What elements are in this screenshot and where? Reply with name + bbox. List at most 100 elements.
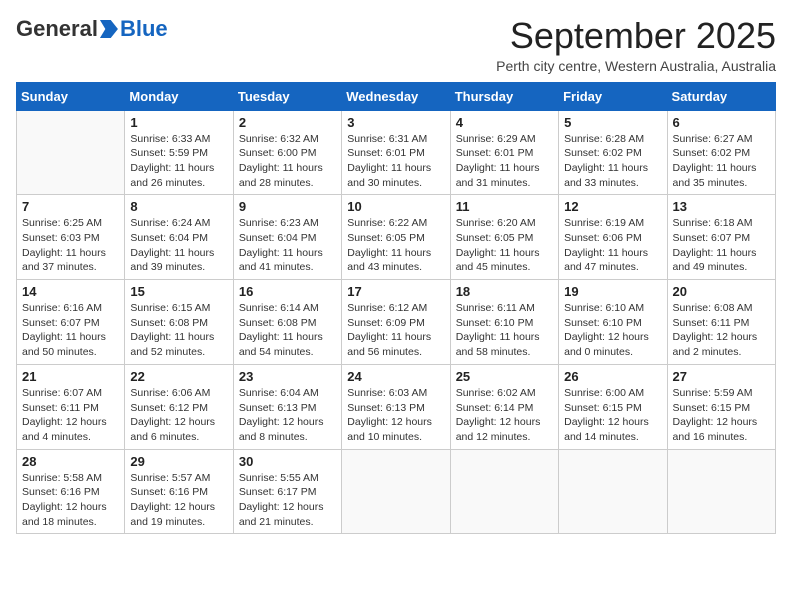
calendar-week-row: 28 Sunrise: 5:58 AM Sunset: 6:16 PM Dayli… bbox=[17, 449, 776, 534]
day-info: Sunrise: 6:24 AM Sunset: 6:04 PM Dayligh… bbox=[130, 216, 227, 275]
day-number: 12 bbox=[564, 199, 661, 214]
calendar-header-sunday: Sunday bbox=[17, 82, 125, 110]
day-info: Sunrise: 6:23 AM Sunset: 6:04 PM Dayligh… bbox=[239, 216, 336, 275]
day-info: Sunrise: 6:14 AM Sunset: 6:08 PM Dayligh… bbox=[239, 301, 336, 360]
calendar-table: SundayMondayTuesdayWednesdayThursdayFrid… bbox=[16, 82, 776, 535]
day-info: Sunrise: 6:22 AM Sunset: 6:05 PM Dayligh… bbox=[347, 216, 444, 275]
day-number: 29 bbox=[130, 454, 227, 469]
calendar-cell: 19 Sunrise: 6:10 AM Sunset: 6:10 PM Dayli… bbox=[559, 280, 667, 365]
day-number: 4 bbox=[456, 115, 553, 130]
calendar-cell: 23Sunrise: 6:04 AM Sunset: 6:13 PM Dayli… bbox=[233, 364, 341, 449]
calendar-cell: 20 Sunrise: 6:08 AM Sunset: 6:11 PM Dayli… bbox=[667, 280, 775, 365]
calendar-cell: 25 Sunrise: 6:02 AM Sunset: 6:14 PM Dayli… bbox=[450, 364, 558, 449]
day-number: 7 bbox=[22, 199, 119, 214]
calendar-cell: 8 Sunrise: 6:24 AM Sunset: 6:04 PM Daylig… bbox=[125, 195, 233, 280]
day-number: 18 bbox=[456, 284, 553, 299]
calendar-header-friday: Friday bbox=[559, 82, 667, 110]
day-info: Sunrise: 6:27 AM Sunset: 6:02 PM Dayligh… bbox=[673, 132, 770, 191]
day-info: Sunrise: 6:15 AM Sunset: 6:08 PM Dayligh… bbox=[130, 301, 227, 360]
day-info: Sunrise: 6:25 AM Sunset: 6:03 PM Dayligh… bbox=[22, 216, 119, 275]
calendar-cell: 12 Sunrise: 6:19 AM Sunset: 6:06 PM Dayli… bbox=[559, 195, 667, 280]
calendar-header-saturday: Saturday bbox=[667, 82, 775, 110]
day-info: Sunrise: 6:19 AM Sunset: 6:06 PM Dayligh… bbox=[564, 216, 661, 275]
day-info: Sunrise: 5:58 AM Sunset: 6:16 PM Dayligh… bbox=[22, 471, 119, 530]
day-info: Sunrise: 5:55 AM Sunset: 6:17 PM Dayligh… bbox=[239, 471, 336, 530]
logo-icon bbox=[100, 20, 118, 38]
calendar-cell: 30 Sunrise: 5:55 AM Sunset: 6:17 PM Dayli… bbox=[233, 449, 341, 534]
day-number: 5 bbox=[564, 115, 661, 130]
day-info: Sunrise: 6:12 AM Sunset: 6:09 PM Dayligh… bbox=[347, 301, 444, 360]
day-info: Sunrise: 6:16 AM Sunset: 6:07 PM Dayligh… bbox=[22, 301, 119, 360]
calendar-cell: 4 Sunrise: 6:29 AM Sunset: 6:01 PM Daylig… bbox=[450, 110, 558, 195]
day-info: Sunrise: 6:31 AM Sunset: 6:01 PM Dayligh… bbox=[347, 132, 444, 191]
calendar-cell: 11 Sunrise: 6:20 AM Sunset: 6:05 PM Dayli… bbox=[450, 195, 558, 280]
calendar-week-row: 14 Sunrise: 6:16 AM Sunset: 6:07 PM Dayli… bbox=[17, 280, 776, 365]
day-info: Sunrise: 6:11 AM Sunset: 6:10 PM Dayligh… bbox=[456, 301, 553, 360]
calendar-header-row: SundayMondayTuesdayWednesdayThursdayFrid… bbox=[17, 82, 776, 110]
day-number: 28 bbox=[22, 454, 119, 469]
calendar-cell: 16Sunrise: 6:14 AM Sunset: 6:08 PM Dayli… bbox=[233, 280, 341, 365]
day-info: Sunrise: 6:03 AM Sunset: 6:13 PM Dayligh… bbox=[347, 386, 444, 445]
day-number: 27 bbox=[673, 369, 770, 384]
calendar-cell: 24 Sunrise: 6:03 AM Sunset: 6:13 PM Dayli… bbox=[342, 364, 450, 449]
day-info: Sunrise: 6:07 AM Sunset: 6:11 PM Dayligh… bbox=[22, 386, 119, 445]
calendar-cell bbox=[342, 449, 450, 534]
logo: General Blue bbox=[16, 16, 168, 42]
calendar-cell bbox=[559, 449, 667, 534]
calendar-cell: 26 Sunrise: 6:00 AM Sunset: 6:15 PM Dayli… bbox=[559, 364, 667, 449]
calendar-cell: 22 Sunrise: 6:06 AM Sunset: 6:12 PM Dayli… bbox=[125, 364, 233, 449]
day-info: Sunrise: 6:28 AM Sunset: 6:02 PM Dayligh… bbox=[564, 132, 661, 191]
day-info: Sunrise: 6:00 AM Sunset: 6:15 PM Dayligh… bbox=[564, 386, 661, 445]
calendar-header-wednesday: Wednesday bbox=[342, 82, 450, 110]
calendar-cell bbox=[17, 110, 125, 195]
day-number: 8 bbox=[130, 199, 227, 214]
day-info: Sunrise: 6:04 AM Sunset: 6:13 PM Dayligh… bbox=[239, 386, 336, 445]
day-number: 20 bbox=[673, 284, 770, 299]
day-number: 2 bbox=[239, 115, 336, 130]
calendar-cell: 29 Sunrise: 5:57 AM Sunset: 6:16 PM Dayli… bbox=[125, 449, 233, 534]
calendar-cell: 6 Sunrise: 6:27 AM Sunset: 6:02 PM Daylig… bbox=[667, 110, 775, 195]
calendar-cell: 21 Sunrise: 6:07 AM Sunset: 6:11 PM Dayli… bbox=[17, 364, 125, 449]
calendar-cell bbox=[667, 449, 775, 534]
day-info: Sunrise: 6:29 AM Sunset: 6:01 PM Dayligh… bbox=[456, 132, 553, 191]
day-info: Sunrise: 5:57 AM Sunset: 6:16 PM Dayligh… bbox=[130, 471, 227, 530]
day-number: 3 bbox=[347, 115, 444, 130]
day-info: Sunrise: 6:32 AM Sunset: 6:00 PM Dayligh… bbox=[239, 132, 336, 191]
day-number: 15 bbox=[130, 284, 227, 299]
calendar-cell: 18 Sunrise: 6:11 AM Sunset: 6:10 PM Dayli… bbox=[450, 280, 558, 365]
calendar-week-row: 21 Sunrise: 6:07 AM Sunset: 6:11 PM Dayli… bbox=[17, 364, 776, 449]
day-number: 30 bbox=[239, 454, 336, 469]
day-number: 1 bbox=[130, 115, 227, 130]
calendar-cell bbox=[450, 449, 558, 534]
calendar-header-thursday: Thursday bbox=[450, 82, 558, 110]
calendar-cell: 28 Sunrise: 5:58 AM Sunset: 6:16 PM Dayli… bbox=[17, 449, 125, 534]
day-info: Sunrise: 6:18 AM Sunset: 6:07 PM Dayligh… bbox=[673, 216, 770, 275]
day-number: 14 bbox=[22, 284, 119, 299]
calendar-header-monday: Monday bbox=[125, 82, 233, 110]
day-info: Sunrise: 6:02 AM Sunset: 6:14 PM Dayligh… bbox=[456, 386, 553, 445]
day-number: 10 bbox=[347, 199, 444, 214]
logo-general-text: General bbox=[16, 16, 98, 42]
calendar-cell: 7 Sunrise: 6:25 AM Sunset: 6:03 PM Daylig… bbox=[17, 195, 125, 280]
day-number: 26 bbox=[564, 369, 661, 384]
day-number: 25 bbox=[456, 369, 553, 384]
day-info: Sunrise: 6:33 AM Sunset: 5:59 PM Dayligh… bbox=[130, 132, 227, 191]
calendar-cell: 15 Sunrise: 6:15 AM Sunset: 6:08 PM Dayli… bbox=[125, 280, 233, 365]
calendar-week-row: 1 Sunrise: 6:33 AM Sunset: 5:59 PM Daylig… bbox=[17, 110, 776, 195]
day-info: Sunrise: 6:20 AM Sunset: 6:05 PM Dayligh… bbox=[456, 216, 553, 275]
day-info: Sunrise: 6:08 AM Sunset: 6:11 PM Dayligh… bbox=[673, 301, 770, 360]
day-number: 17 bbox=[347, 284, 444, 299]
day-number: 22 bbox=[130, 369, 227, 384]
day-number: 11 bbox=[456, 199, 553, 214]
day-number: 6 bbox=[673, 115, 770, 130]
calendar-cell: 5 Sunrise: 6:28 AM Sunset: 6:02 PM Daylig… bbox=[559, 110, 667, 195]
day-number: 19 bbox=[564, 284, 661, 299]
day-info: Sunrise: 6:10 AM Sunset: 6:10 PM Dayligh… bbox=[564, 301, 661, 360]
day-info: Sunrise: 6:06 AM Sunset: 6:12 PM Dayligh… bbox=[130, 386, 227, 445]
day-number: 21 bbox=[22, 369, 119, 384]
calendar-cell: 1 Sunrise: 6:33 AM Sunset: 5:59 PM Daylig… bbox=[125, 110, 233, 195]
day-number: 24 bbox=[347, 369, 444, 384]
calendar-header-tuesday: Tuesday bbox=[233, 82, 341, 110]
day-number: 9 bbox=[239, 199, 336, 214]
calendar-cell: 2 Sunrise: 6:32 AM Sunset: 6:00 PM Daylig… bbox=[233, 110, 341, 195]
